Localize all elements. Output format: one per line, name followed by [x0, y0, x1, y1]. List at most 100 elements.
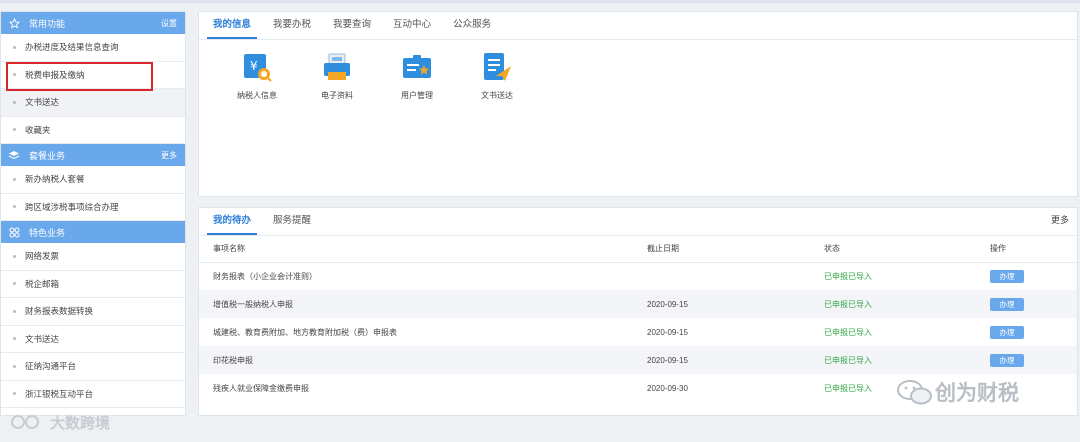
row-deadline: 2020-09-30	[647, 383, 688, 393]
row-status: 已申报已导入	[824, 290, 990, 318]
settings-link[interactable]: 设置	[161, 18, 177, 29]
sidebar-item-label: 网络发票	[25, 251, 60, 262]
watermark-text: 创为财税	[935, 382, 1019, 405]
bullet-icon	[13, 282, 16, 286]
section-header-special[interactable]: 特色业务	[1, 221, 185, 243]
tab-my-info[interactable]: 我的信息	[207, 16, 258, 39]
more-link[interactable]: 更多	[1051, 213, 1077, 235]
section-title: 套餐业务	[29, 150, 66, 161]
sidebar-item-new-taxpayer-package[interactable]: 新办纳税人套餐	[1, 166, 185, 194]
bullet-icon	[13, 309, 16, 313]
sidebar-item-online-invoice[interactable]: 网络发票	[1, 243, 185, 271]
bullet-icon	[13, 254, 16, 258]
bullet-icon	[13, 392, 16, 396]
watermark-text: 大数跨境	[50, 414, 111, 432]
sidebar-item-label: 文书送达	[25, 333, 60, 344]
apps-icon	[7, 225, 21, 239]
bullet-icon	[13, 45, 16, 49]
sidebar-item-progress-query[interactable]: 办税进度及结果信息查询	[1, 34, 185, 62]
handle-button[interactable]: 办理	[990, 269, 1024, 283]
row-status: 已申报已导入	[824, 346, 990, 374]
sidebar-item-label: 税企邮箱	[25, 278, 60, 289]
tab-interaction[interactable]: 互动中心	[387, 16, 437, 39]
bullet-icon	[13, 364, 16, 368]
table-header: 事项名称 截止日期 状态 操作	[199, 236, 1077, 263]
sidebar-item-bank-tax[interactable]: 浙江银税互动平台	[1, 381, 185, 408]
sidebar-item-label: 财务报表数据转换	[25, 306, 94, 317]
taxpayer-info-icon: ¥	[244, 54, 272, 82]
section-title: 特色业务	[29, 227, 66, 238]
table-row: 财务报表（小企业会计准则） 已申报已导入 办理	[199, 262, 1077, 290]
quick-document-delivery[interactable]: 文书送达	[457, 50, 537, 101]
quick-label: 电子资料	[321, 91, 353, 100]
handle-button[interactable]: 办理	[990, 297, 1024, 311]
top-tabs: 我的信息 我要办税 我要查询 互动中心 公众服务	[199, 12, 1077, 40]
row-deadline: 2020-09-15	[647, 346, 824, 374]
sidebar-item-label: 征纳沟通平台	[25, 361, 77, 372]
row-name: 残疾人就业保障金缴费申报	[213, 383, 309, 393]
todo-tabs: 我的待办 服务提醒 更多	[199, 208, 1077, 236]
sidebar-item-report-conversion[interactable]: 财务报表数据转换	[1, 298, 185, 326]
quick-taxpayer-info[interactable]: ¥ 纳税人信息	[217, 50, 297, 101]
watermark-right: 创为财税	[895, 377, 1019, 407]
table-row: 印花税申报 2020-09-15 已申报已导入 办理	[199, 346, 1077, 374]
bullet-icon	[13, 128, 16, 132]
watermark-left: 大数跨境	[10, 411, 110, 433]
section-header-packages[interactable]: 套餐业务 更多	[1, 144, 185, 166]
tab-query[interactable]: 我要查询	[327, 16, 377, 39]
document-delivery-icon	[484, 53, 511, 81]
tab-service-reminder[interactable]: 服务提醒	[267, 212, 317, 235]
sidebar-item-communication[interactable]: 征纳沟通平台	[1, 353, 185, 381]
row-name: 增值税一般纳税人申报	[199, 290, 647, 318]
sidebar-item-label: 跨区域涉税事项综合办理	[25, 201, 119, 212]
sidebar-item-label: 办税进度及结果信息查询	[25, 42, 119, 53]
watermark-logo-icon	[11, 415, 39, 429]
quick-links: ¥ 纳税人信息 电子资料 用户管理 文书送达	[199, 40, 1077, 101]
more-link[interactable]: 更多	[161, 150, 177, 161]
top-border	[0, 0, 1080, 3]
row-name: 财务报表（小企业会计准则）	[213, 271, 317, 281]
column-header-name: 事项名称	[199, 236, 647, 263]
tab-tax-handling[interactable]: 我要办税	[267, 16, 317, 39]
sidebar-item-label: 收藏夹	[25, 124, 51, 135]
table-row: 城建税、教育费附加、地方教育附加税（费）申报表 2020-09-15 已申报已导…	[199, 318, 1077, 346]
wechat-icon	[897, 380, 932, 405]
handle-button[interactable]: 办理	[990, 325, 1024, 339]
quick-label: 文书送达	[481, 91, 513, 100]
sidebar-item-document-delivery[interactable]: 文书送达	[1, 89, 185, 117]
quick-user-management[interactable]: 用户管理	[377, 50, 457, 101]
bullet-icon	[13, 100, 16, 104]
bullet-icon	[13, 177, 16, 181]
sidebar-item-cross-region[interactable]: 跨区域涉税事项综合办理	[1, 194, 185, 221]
electronic-docs-icon	[324, 53, 350, 80]
tab-my-todo[interactable]: 我的待办	[207, 212, 258, 235]
section-header-common[interactable]: 常用功能 设置	[1, 12, 185, 34]
svg-text:¥: ¥	[250, 59, 258, 73]
sidebar-item-label: 新办纳税人套餐	[25, 174, 85, 185]
star-icon	[7, 16, 21, 30]
bullet-icon	[13, 337, 16, 341]
layers-icon	[7, 148, 21, 162]
column-header-status: 状态	[824, 236, 990, 263]
row-name: 城建税、教育费附加、地方教育附加税（费）申报表	[213, 327, 397, 337]
table-row: 增值税一般纳税人申报 2020-09-15 已申报已导入 办理	[199, 290, 1077, 318]
sidebar-item-document-delivery-2[interactable]: 文书送达	[1, 326, 185, 353]
highlight-annotation	[6, 62, 153, 91]
column-header-action: 操作	[990, 236, 1077, 263]
user-management-icon	[403, 55, 431, 78]
row-deadline	[647, 262, 824, 290]
row-deadline: 2020-09-15	[647, 327, 688, 337]
column-header-deadline: 截止日期	[647, 236, 824, 263]
sidebar-item-label: 浙江银税互动平台	[25, 388, 94, 399]
sidebar-item-mailbox[interactable]: 税企邮箱	[1, 271, 185, 298]
tab-public-service[interactable]: 公众服务	[447, 16, 497, 39]
bullet-icon	[13, 205, 16, 209]
row-status: 已申报已导入	[824, 271, 872, 281]
row-deadline: 2020-09-15	[647, 290, 824, 318]
handle-button[interactable]: 办理	[990, 353, 1024, 367]
my-info-panel: 我的信息 我要办税 我要查询 互动中心 公众服务 ¥ 纳税人信息 电子资料 用户…	[198, 11, 1078, 197]
quick-electronic-docs[interactable]: 电子资料	[297, 50, 377, 101]
sidebar-item-favorites[interactable]: 收藏夹	[1, 117, 185, 144]
section-title: 常用功能	[29, 18, 66, 29]
quick-label: 纳税人信息	[237, 91, 277, 100]
